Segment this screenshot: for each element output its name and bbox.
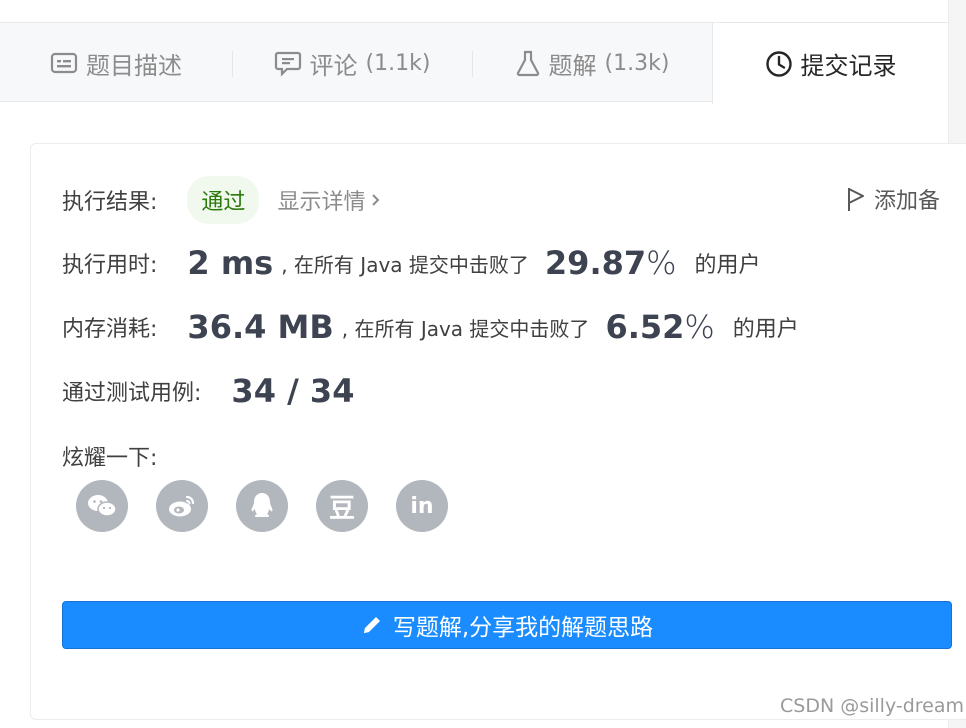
runtime-beat-text: , 在所有 Java 提交中击败了 <box>281 252 529 277</box>
testcases-value: 34 / 34 <box>231 372 355 410</box>
result-label: 执行结果: <box>62 190 158 215</box>
memory-suffix: 的用户 <box>732 317 799 342</box>
qq-icon[interactable] <box>236 480 288 532</box>
memory-beat-text: , 在所有 Java 提交中击败了 <box>341 316 590 341</box>
runtime-percent-sign: % <box>646 244 677 282</box>
memory-label: 内存消耗: <box>62 317 158 342</box>
runtime-row: 执行用时: 2 ms , 在所有 Java 提交中击败了 29.87% 的用户 <box>62 244 761 282</box>
chevron-right-icon <box>372 194 380 206</box>
tab-bar: 题目描述 评论 (1.1k) 题解 (1.3k) 提交记录 <box>0 22 948 104</box>
linkedin-glyph: in <box>410 493 434 519</box>
share-buttons: 豆 in <box>76 480 448 532</box>
write-solution-label: 写题解,分享我的解题思路 <box>392 615 654 641</box>
share-label: 炫耀一下: <box>62 446 158 471</box>
clock-icon <box>765 50 793 78</box>
linkedin-icon[interactable]: in <box>396 480 448 532</box>
douban-glyph: 豆 <box>328 493 355 524</box>
description-icon <box>50 51 78 75</box>
details-label: 显示详情 <box>277 190 366 215</box>
wechat-icon[interactable] <box>76 480 128 532</box>
douban-icon[interactable]: 豆 <box>316 480 368 532</box>
tab-label: 题解 <box>548 51 597 80</box>
result-row: 执行结果: 通过 显示详情 <box>62 176 381 224</box>
flag-icon <box>848 188 864 211</box>
tab-solutions[interactable]: 题解 (1.3k) <box>472 23 712 103</box>
tab-count: (1.1k) <box>365 50 431 76</box>
comment-icon <box>274 49 302 77</box>
runtime-label: 执行用时: <box>62 253 158 278</box>
weibo-icon[interactable] <box>156 480 208 532</box>
add-note-button[interactable]: 添加备 <box>846 183 940 215</box>
tab-label: 提交记录 <box>800 52 897 80</box>
runtime-suffix: 的用户 <box>694 253 761 278</box>
tab-label: 评论 <box>309 51 358 80</box>
testcases-label: 通过测试用例: <box>62 381 202 406</box>
watermark: CSDN @silly-dream <box>780 695 965 717</box>
testcases-row: 通过测试用例: 34 / 34 <box>62 372 354 410</box>
tab-label: 题目描述 <box>86 51 182 80</box>
memory-row: 内存消耗: 36.4 MB , 在所有 Java 提交中击败了 6.52% 的用… <box>62 308 799 346</box>
add-note-label: 添加备 <box>874 189 941 214</box>
runtime-value: 2 ms <box>187 244 274 282</box>
runtime-percent: 29.87 <box>544 244 647 282</box>
tab-submissions[interactable]: 提交记录 <box>712 23 948 104</box>
tab-count: (1.3k) <box>604 50 670 76</box>
memory-percent: 6.52 <box>605 308 685 346</box>
tab-comments[interactable]: 评论 (1.1k) <box>232 23 472 103</box>
pencil-icon <box>363 617 380 633</box>
show-details-link[interactable]: 显示详情 <box>277 184 381 216</box>
memory-value: 36.4 MB <box>187 308 334 346</box>
memory-percent-sign: % <box>684 308 715 346</box>
status-badge: 通过 <box>187 176 260 224</box>
flask-icon <box>515 49 541 77</box>
write-solution-button[interactable]: 写题解,分享我的解题思路 <box>62 601 952 649</box>
tab-description[interactable]: 题目描述 <box>0 23 232 103</box>
